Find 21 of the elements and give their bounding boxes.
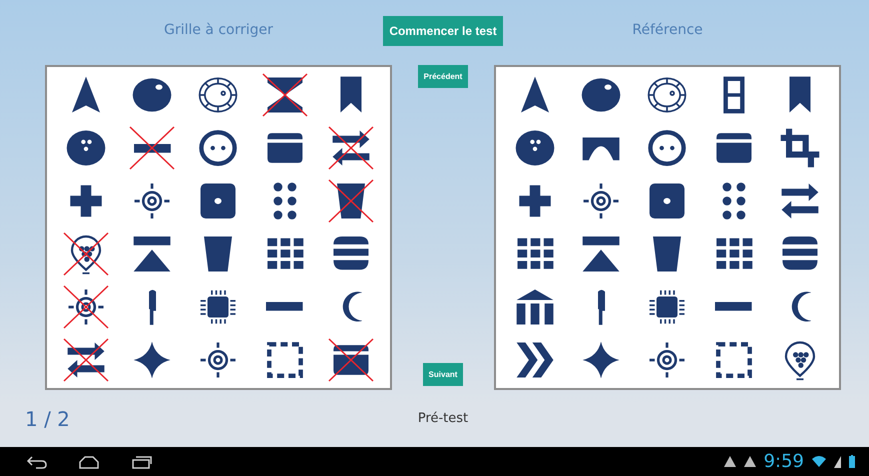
next-button[interactable]: Suivant: [422, 363, 464, 386]
bar-icon: [715, 302, 752, 312]
home-icon[interactable]: [78, 454, 100, 468]
knife-icon: [598, 288, 605, 325]
back-icon[interactable]: [26, 454, 48, 468]
cross-mark: [128, 125, 176, 172]
crop-icon: [778, 127, 821, 170]
battery-icon: [849, 455, 855, 468]
start-test-button[interactable]: Commencer le test: [383, 16, 503, 46]
recent-apps-icon[interactable]: [130, 454, 152, 468]
knife-icon: [148, 288, 156, 325]
phase-label: Pré-test: [416, 411, 470, 426]
bar-icon: [266, 302, 304, 312]
clock: 9:59: [764, 451, 804, 472]
page-counter: 1 / 2: [25, 406, 71, 430]
previous-button[interactable]: Précédent: [418, 65, 468, 88]
panel-title: Grille à corriger: [162, 22, 274, 38]
warning-icon: [724, 456, 736, 467]
wifi-icon: [812, 456, 826, 467]
warning-icon: [744, 456, 756, 467]
signal-icon: [834, 456, 841, 468]
